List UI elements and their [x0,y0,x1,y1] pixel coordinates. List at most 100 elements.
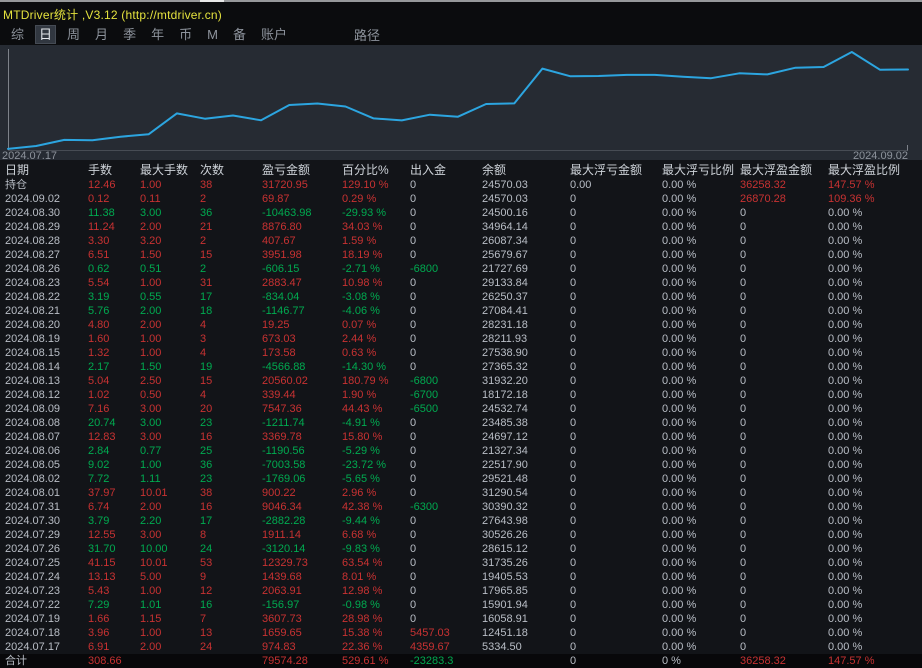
menu-item-备[interactable]: 备 [230,26,249,43]
cell: 0 [570,347,577,359]
table-row[interactable]: 2024.09.02 0.12 0.11 2 69.87 0.29 % 0 24570.03 0… [0,192,922,206]
menu-item-周[interactable]: 周 [64,26,83,43]
menu-item-月[interactable]: 月 [92,26,111,43]
cell: 25679.67 [482,249,528,261]
cell: 407.67 [262,235,296,247]
cell: 0.00 % [828,445,863,457]
table-row[interactable]: 2024.07.23 5.43 1.00 12 2063.91 12.98 % 0 17965… [0,584,922,598]
cell: 5334.50 [482,641,522,653]
cell: 0.00 % [828,207,863,219]
table-row[interactable]: 2024.07.25 41.15 10.01 53 12329.73 63.54 % 0 31… [0,556,922,570]
cell: 0 [740,361,747,373]
menu-item-季[interactable]: 季 [120,26,139,43]
table-row[interactable]: 2024.08.20 4.80 2.00 4 19.25 0.07 % 0 28231.18 0… [0,318,922,332]
cell: -9.83 % [342,543,380,555]
cell: 0.00 % [662,249,697,261]
cell: -14.30 % [342,361,387,373]
table-row[interactable]: 2024.07.17 6.91 2.00 24 974.83 22.36 % 4359.67… [0,640,922,654]
cell: 0 [410,431,417,443]
cell: -23.72 % [342,459,387,471]
cell: 31932.20 [482,375,528,387]
table-row[interactable]: 2024.08.05 9.02 1.00 36 -7003.58 -23.72 % 0 225… [0,458,922,472]
table-row[interactable]: 2024.08.07 12.83 3.00 16 3369.78 15.80 % 0 2469… [0,430,922,444]
table-row[interactable]: 2024.08.27 6.51 1.50 15 3951.98 18.19 % 0 25679… [0,248,922,262]
table-row[interactable]: 2024.07.24 13.13 5.00 9 1439.68 8.01 % 0 19405.… [0,570,922,584]
table-row[interactable]: 2024.08.28 3.30 3.20 2 407.67 1.59 % 0 26087.34… [0,234,922,248]
cell: 31735.26 [482,557,528,569]
table-row[interactable]: 2024.08.01 37.97 10.01 38 900.22 2.96 % 0 31290… [0,486,922,500]
cell: 0 [410,207,417,219]
cell: 26870.28 [740,193,786,205]
table-row[interactable]: 2024.08.13 5.04 2.50 15 20560.02 180.79 % -680… [0,374,922,388]
table-row[interactable]: 2024.08.15 1.32 1.00 4 173.58 0.63 % 0 27538.90… [0,346,922,360]
table-row[interactable]: 2024.08.09 7.16 3.00 20 7547.36 44.43 % -6500 2… [0,402,922,416]
table-row[interactable]: 2024.07.31 6.74 2.00 16 9046.34 42.38 % -6300 3… [0,500,922,514]
cell: -4.91 % [342,417,380,429]
table-row[interactable]: 2024.07.18 3.96 1.00 13 1659.65 15.38 % 5457.0… [0,626,922,640]
table-row[interactable]: 2024.08.08 20.74 3.00 23 -1211.74 -4.91 % 0 234… [0,416,922,430]
column-header: 盈亏金额 [262,163,311,177]
table-row[interactable]: 2024.08.14 2.17 1.50 19 -4566.88 -14.30 % 0 273… [0,360,922,374]
menu-item-年[interactable]: 年 [148,26,167,43]
cell: 0 [740,529,747,541]
cell: 37.97 [88,487,116,499]
cell: 28211.93 [482,333,528,345]
cell: 2024.08.19 [5,333,61,345]
cell: 0.00 % [828,263,863,275]
menu-item-账户[interactable]: 账户 [258,26,290,43]
menu-item-币[interactable]: 币 [176,26,195,43]
cell: 2.44 % [342,333,377,345]
table-row[interactable]: 2024.07.29 12.55 3.00 8 1911.14 6.68 % 0 30526.… [0,528,922,542]
cell: 9 [200,571,207,583]
table-row[interactable]: 持仓 12.46 1.00 38 31720.95 129.10 % 0 24570.03 0.… [0,178,922,192]
table-row[interactable]: 2024.08.29 11.24 2.00 21 8876.80 34.03 % 0 3496… [0,220,922,234]
cell: 2024.08.21 [5,305,61,317]
cell: 2024.07.30 [5,515,61,527]
cell: 0 [570,375,577,387]
table-row[interactable]: 2024.08.19 1.60 1.00 3 673.03 2.44 % 0 28211.93… [0,332,922,346]
cell: -5.65 % [342,473,380,485]
table-row[interactable]: 2024.07.26 31.70 10.00 24 -3120.14 -9.83 % 0 28… [0,542,922,556]
cell: 0.00 % [828,487,863,499]
cell: 63.54 % [342,557,383,569]
cell: 0.00 % [828,459,863,471]
menu-item-path[interactable]: 路径 [354,25,380,44]
cell: 19405.53 [482,571,528,583]
cell: 0.00 % [828,431,863,443]
table-row[interactable]: 2024.07.22 7.29 1.01 16 -156.97 -0.98 % 0 15901… [0,598,922,612]
table-row[interactable]: 2024.08.21 5.76 2.00 18 -1146.77 -4.06 % 0 2708… [0,304,922,318]
table-row[interactable]: 2024.08.12 1.02 0.50 4 339.44 1.90 % -6700 1817… [0,388,922,402]
cell: 0 [410,417,417,429]
cell: 0.00 % [828,557,863,569]
cell: 1.00 [140,585,162,597]
cell: 0 [410,613,417,625]
menu-item-综[interactable]: 综 [8,26,27,43]
cell: 31720.95 [262,179,308,191]
cell: 15 [200,375,213,387]
table-row[interactable]: 2024.08.02 7.72 1.11 23 -1769.06 -5.65 % 0 2952… [0,472,922,486]
table-row[interactable]: 2024.08.22 3.19 0.55 17 -834.04 -3.08 % 0 26250… [0,290,922,304]
column-header: 最大手数 [140,163,189,177]
cell: 28615.12 [482,543,528,555]
menu-item-日[interactable]: 日 [35,25,57,44]
cell: 3.79 [88,515,110,527]
cell: 1.01 [140,599,162,611]
cell: 3.19 [88,291,110,303]
cell: 38 [200,179,213,191]
table-row[interactable]: 2024.08.30 11.38 3.00 36 -10463.98 -29.93 % 0 2… [0,206,922,220]
cell: 0 [410,445,417,457]
cell: 0 [570,361,577,373]
table-row[interactable]: 2024.08.26 0.62 0.51 2 -606.15 -2.71 % -6800 21… [0,262,922,276]
cell: 2024.08.09 [5,403,61,415]
table-row[interactable]: 2024.07.30 3.79 2.20 17 -2882.28 -9.44 % 0 2764… [0,514,922,528]
menu-item-M[interactable]: M [204,26,221,43]
column-header: 日期 [5,163,30,177]
table-row[interactable]: 2024.08.23 5.54 1.00 31 2883.47 10.98 % 0 29133… [0,276,922,290]
total-row[interactable]: 合计 308.66 79574.28 529.61 % -23283.3 0 0 % 3625… [0,654,922,668]
cell: 2024.07.26 [5,543,61,555]
cell: 2024.07.22 [5,599,61,611]
cell: 13 [200,627,213,639]
table-row[interactable]: 2024.08.06 2.84 0.77 25 -1190.56 -5.29 % 0 2132… [0,444,922,458]
table-row[interactable]: 2024.07.19 1.66 1.15 7 3607.73 28.98 % 0 16058.… [0,612,922,626]
cell: 2024.08.07 [5,431,61,443]
